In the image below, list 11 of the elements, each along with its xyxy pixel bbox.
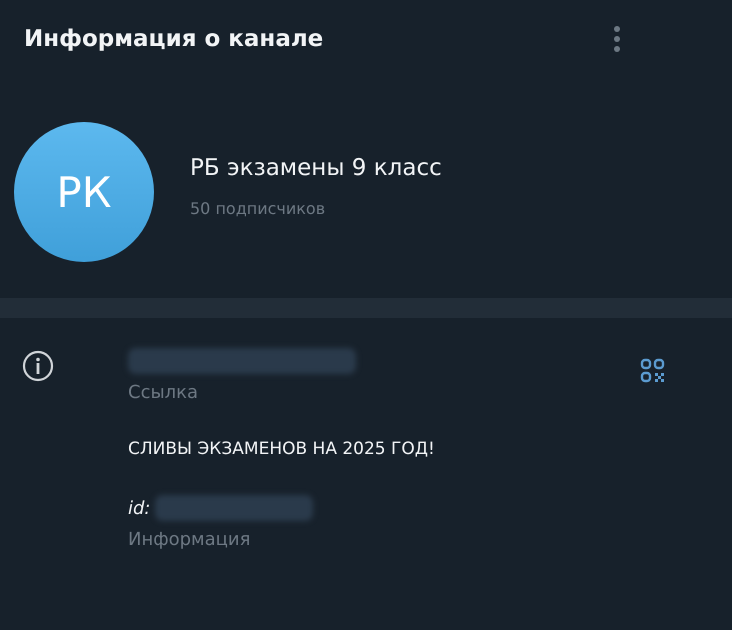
channel-description: СЛИВЫ ЭКЗАМЕНОВ НА 2025 ГОД! bbox=[128, 439, 436, 459]
channel-name: РБ экзамены 9 класс bbox=[190, 154, 442, 180]
panel-title: Информация о канале bbox=[24, 26, 324, 52]
qr-code-icon[interactable] bbox=[640, 358, 666, 384]
subscriber-count: 50 подписчиков bbox=[190, 198, 326, 218]
link-label: Ссылка bbox=[128, 382, 200, 403]
more-menu-icon[interactable] bbox=[614, 25, 620, 53]
info-icon bbox=[22, 350, 54, 382]
description-label: Информация bbox=[128, 529, 252, 550]
channel-avatar: РК bbox=[14, 122, 154, 262]
id-label: id: bbox=[128, 498, 150, 518]
